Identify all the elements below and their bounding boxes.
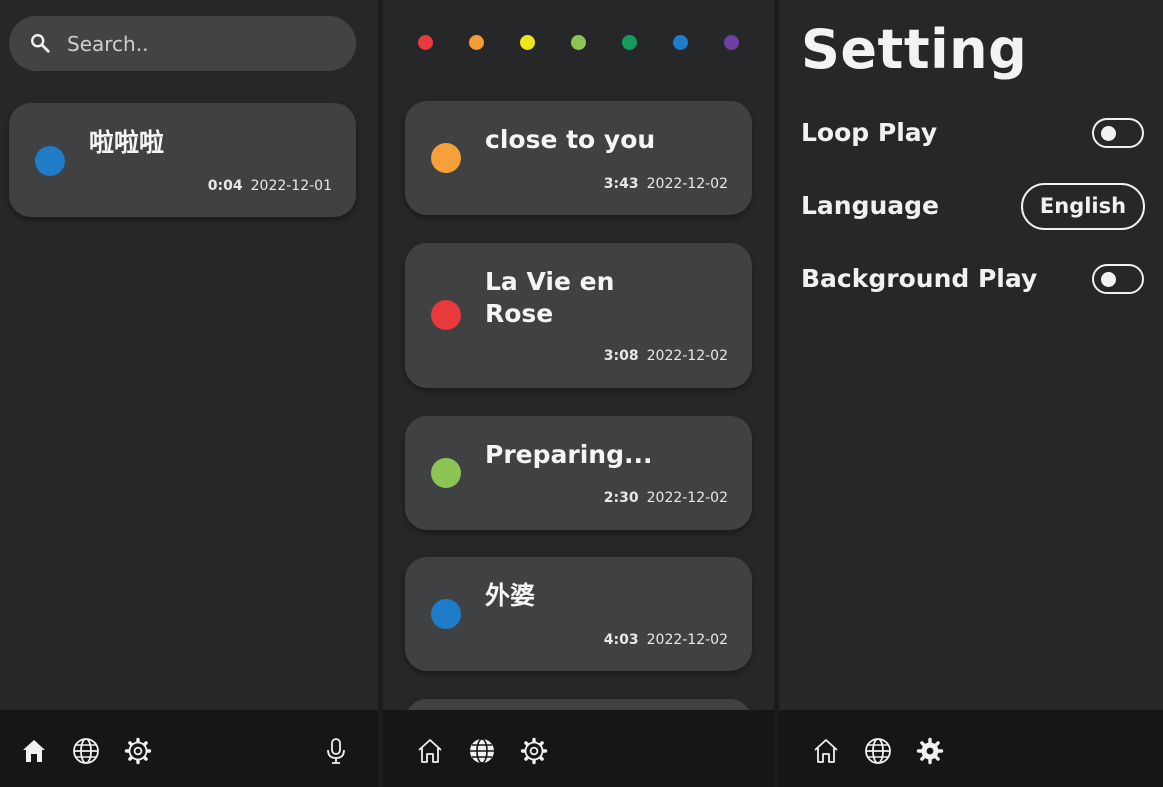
recording-meta: 2:30 2022-12-02 [604, 490, 728, 506]
recording-title: close to you [485, 125, 656, 154]
recording-card[interactable]: 外婆 4:03 2022-12-02 [405, 557, 752, 671]
recording-card[interactable]: 啦啦啦 0:04 2022-12-01 [9, 103, 356, 217]
recording-card[interactable]: Preparing... 2:30 2022-12-02 [405, 416, 752, 530]
filter-purple-dot[interactable] [724, 35, 739, 50]
globe-icon[interactable] [468, 737, 496, 765]
search-icon [31, 34, 50, 53]
recording-title: Preparing... [485, 440, 653, 469]
recording-title-line: La Vie en [485, 267, 615, 296]
language-button[interactable]: English [1021, 183, 1145, 230]
toggle-knob [1101, 272, 1116, 287]
bottom-nav [0, 710, 378, 787]
loop-play-label: Loop Play [801, 118, 938, 147]
recording-title: La Vie en Rose [485, 266, 614, 330]
recording-duration: 0:04 [207, 178, 243, 194]
recording-title: 外婆 [485, 581, 536, 610]
filter-orange-dot[interactable] [469, 35, 484, 50]
recording-duration: 3:08 [603, 348, 639, 364]
recording-date: 2022-12-02 [646, 176, 728, 192]
home-icon[interactable] [416, 737, 444, 765]
gear-icon[interactable] [124, 737, 152, 765]
bottom-nav [779, 710, 1163, 787]
recording-card[interactable]: close to you 3:43 2022-12-02 [405, 101, 752, 215]
page-title: Setting [801, 18, 1028, 81]
recording-color-dot [431, 599, 461, 629]
microphone-icon[interactable] [322, 737, 350, 765]
recording-date: 2022-12-01 [250, 178, 332, 194]
recording-color-dot [35, 146, 65, 176]
settings-panel: Setting Loop Play Language English Backg… [779, 0, 1163, 787]
recording-meta: 4:03 2022-12-02 [604, 632, 728, 648]
filter-red-dot[interactable] [418, 35, 433, 50]
loop-play-toggle[interactable] [1092, 118, 1144, 148]
recording-meta: 0:04 2022-12-01 [208, 178, 332, 194]
filter-yellow-dot[interactable] [520, 35, 535, 50]
recording-card[interactable]: La Vie en Rose 3:08 2022-12-02 [405, 243, 752, 388]
globe-icon[interactable] [864, 737, 892, 765]
filter-lightgreen-dot[interactable] [571, 35, 586, 50]
recording-duration: 4:03 [603, 632, 639, 648]
search-bar[interactable] [9, 16, 356, 71]
recording-color-dot [431, 458, 461, 488]
recording-date: 2022-12-02 [646, 348, 728, 364]
recording-duration: 2:30 [603, 490, 639, 506]
home-panel: 啦啦啦 0:04 2022-12-01 [0, 0, 378, 787]
recording-duration: 3:43 [603, 176, 639, 192]
recording-title-line: Rose [485, 299, 554, 328]
search-input[interactable] [65, 26, 339, 62]
background-play-toggle[interactable] [1092, 264, 1144, 294]
filter-green-dot[interactable] [622, 35, 637, 50]
recording-meta: 3:43 2022-12-02 [604, 176, 728, 192]
gear-icon[interactable] [916, 737, 944, 765]
background-play-label: Background Play [801, 264, 1038, 293]
home-icon[interactable] [812, 737, 840, 765]
recording-color-dot [431, 300, 461, 330]
bottom-nav [383, 710, 774, 787]
filter-blue-dot[interactable] [673, 35, 688, 50]
list-panel: close to you 3:43 2022-12-02 La Vie en Ros… [383, 0, 774, 787]
recording-title: 啦啦啦 [89, 128, 165, 157]
gear-icon[interactable] [520, 737, 548, 765]
toggle-knob [1101, 126, 1116, 141]
recording-meta: 3:08 2022-12-02 [604, 348, 728, 364]
globe-icon[interactable] [72, 737, 100, 765]
recording-date: 2022-12-02 [646, 490, 728, 506]
language-label: Language [801, 191, 940, 220]
home-icon[interactable] [20, 737, 48, 765]
recording-color-dot [431, 143, 461, 173]
recording-date: 2022-12-02 [646, 632, 728, 648]
